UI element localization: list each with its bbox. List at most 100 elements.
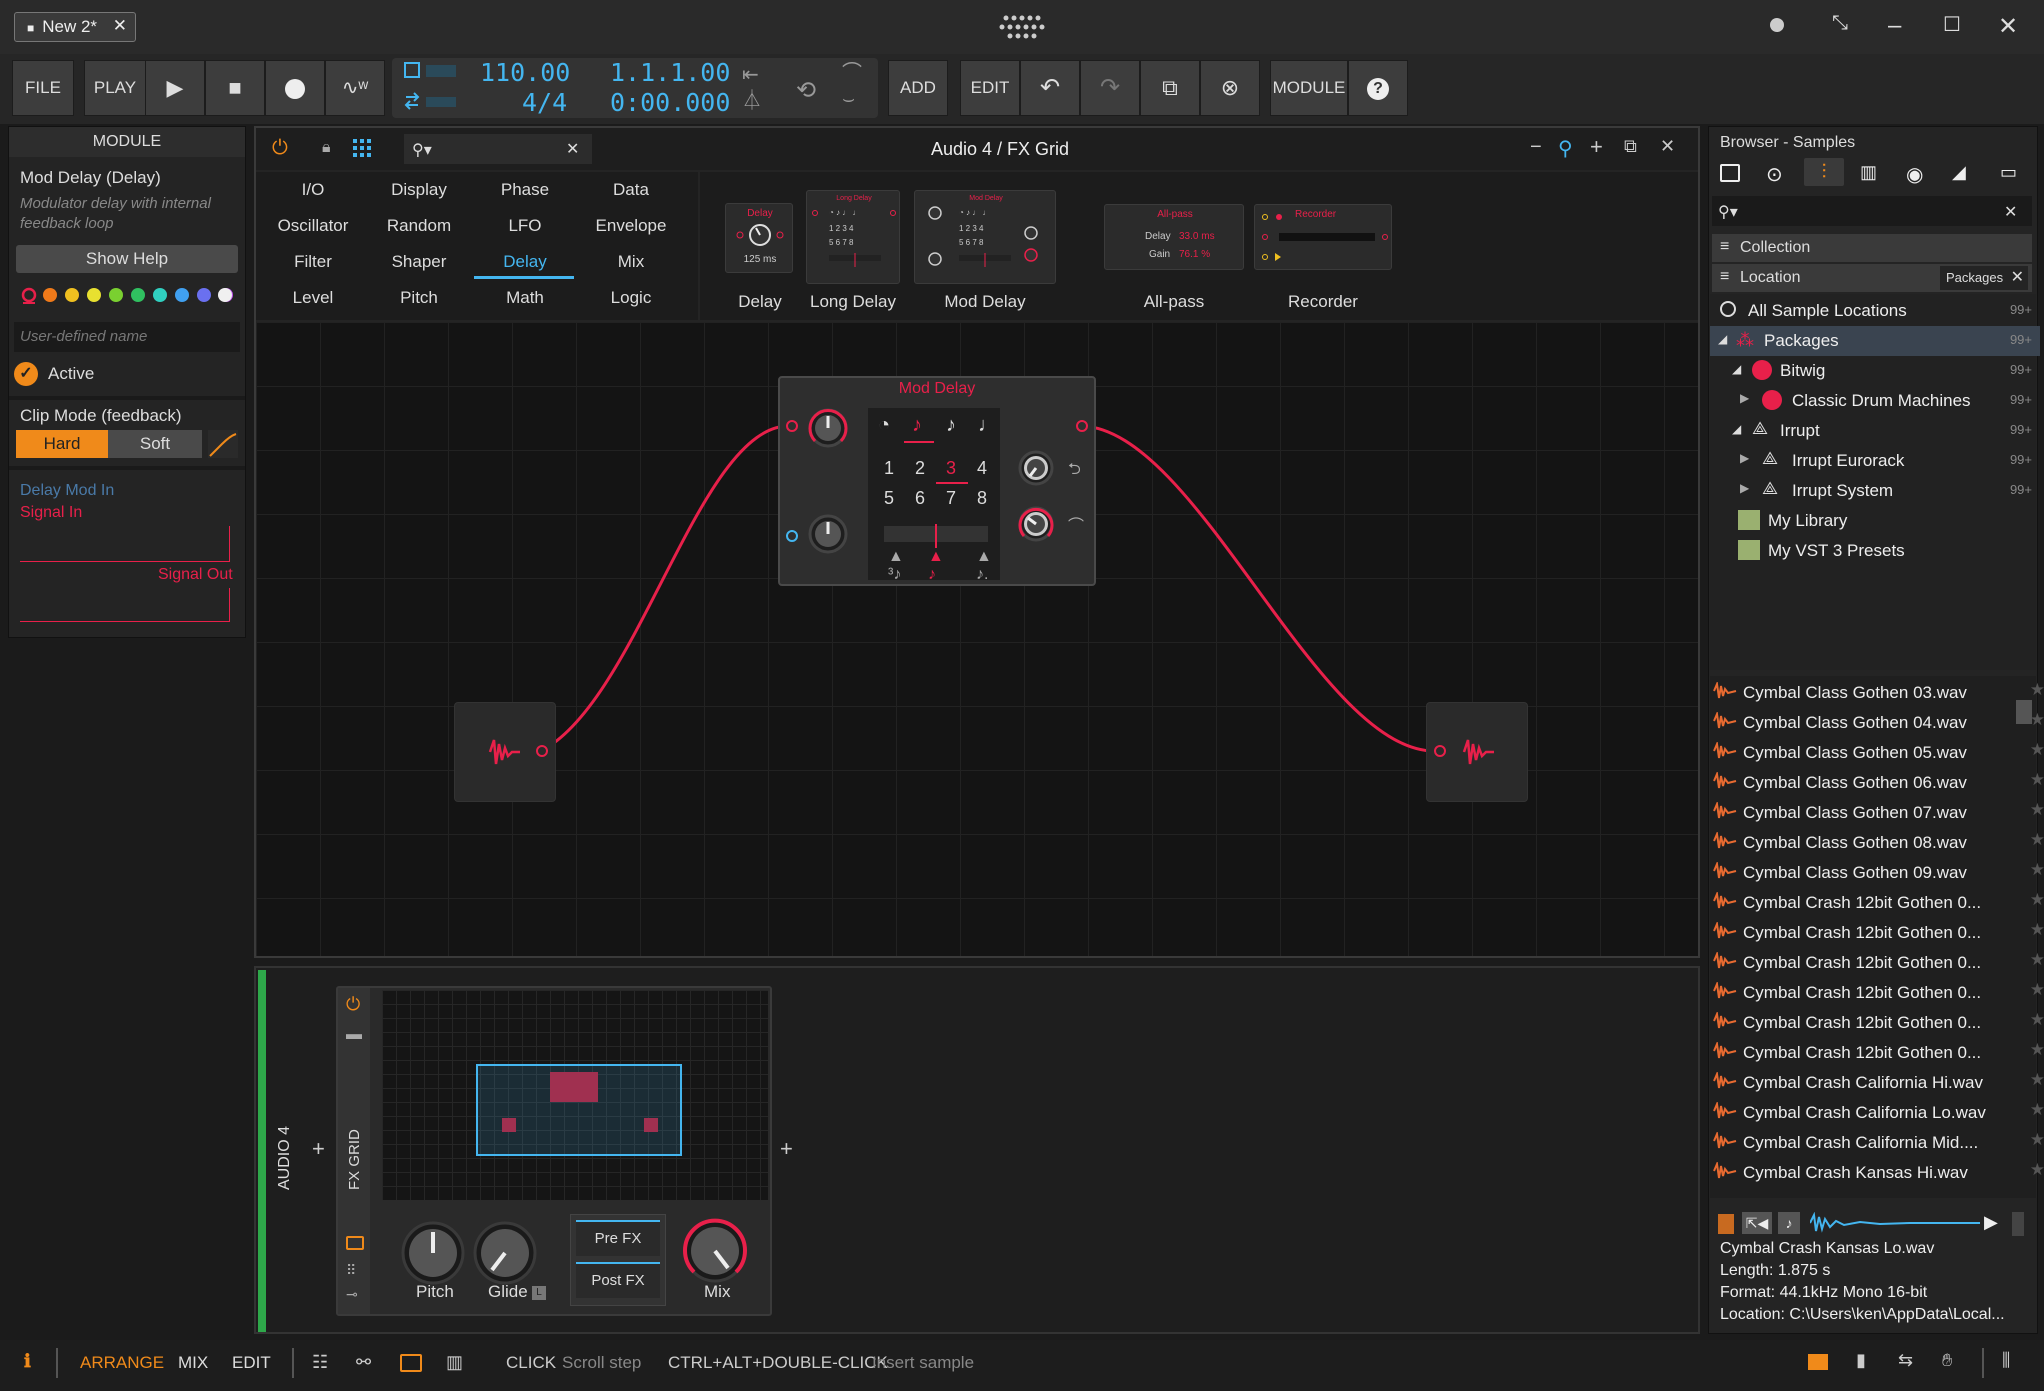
- file-list-item[interactable]: Cymbal Class Gothen 07.wav ★: [1713, 798, 2044, 828]
- file-list-item[interactable]: Cymbal Crash 12bit Gothen 0... ★: [1713, 918, 2044, 948]
- input-gain-knob[interactable]: [806, 406, 850, 450]
- preview-waveform[interactable]: [1810, 1212, 1980, 1234]
- favorite-star-icon[interactable]: ★: [2030, 1070, 2044, 1090]
- file-list-item[interactable]: Cymbal Class Gothen 08.wav ★: [1713, 828, 2044, 858]
- clock-mode-icon[interactable]: ◔: [878, 414, 890, 437]
- file-list-item[interactable]: Cymbal Crash 12bit Gothen 0... ★: [1713, 1038, 2044, 1068]
- file-list-item[interactable]: Cymbal Class Gothen 04.wav ★: [1713, 708, 2044, 738]
- file-list-item[interactable]: Cymbal Class Gothen 05.wav ★: [1713, 738, 2044, 768]
- pre-fx-button[interactable]: Pre FX: [576, 1220, 660, 1256]
- tracks-panel-icon[interactable]: ☷: [312, 1352, 328, 1373]
- device-power-icon[interactable]: ⏻: [346, 994, 360, 1015]
- mod-delay-output-port[interactable]: [1076, 420, 1088, 432]
- info-icon[interactable]: ℹ: [24, 1351, 31, 1372]
- tab-devices-icon[interactable]: [1720, 164, 1740, 182]
- tab-samples-icon[interactable]: ⫶: [1804, 158, 1844, 186]
- preview-volume-slider[interactable]: [2012, 1212, 2024, 1236]
- digit-3[interactable]: 3: [946, 458, 956, 479]
- collapse-arrow-icon[interactable]: ▶: [1740, 451, 1749, 465]
- file-list-item[interactable]: Cymbal Crash 12bit Gothen 0... ★: [1713, 1008, 2044, 1038]
- tree-item-all-locations[interactable]: All Sample Locations 99+: [1710, 296, 2040, 326]
- swap-icon[interactable]: ⇆: [1898, 1350, 1913, 1371]
- preview-mode-icon[interactable]: ⇱◀: [1742, 1212, 1772, 1234]
- favorite-star-icon[interactable]: ★: [2030, 1010, 2044, 1030]
- favorite-star-icon[interactable]: ★: [2030, 1040, 2044, 1060]
- digit-6[interactable]: 6: [915, 488, 925, 509]
- favorite-star-icon[interactable]: ★: [2030, 950, 2044, 970]
- file-list-item[interactable]: Cymbal Crash 12bit Gothen 0... ★: [1713, 888, 2044, 918]
- mix-view-button[interactable]: MIX: [178, 1353, 208, 1373]
- triplet-note-icon[interactable]: ▲ ³♪: [888, 548, 904, 584]
- file-list-item[interactable]: Cymbal Class Gothen 06.wav ★: [1713, 768, 2044, 798]
- add-device-before-button[interactable]: +: [312, 1136, 325, 1162]
- dotted-note-toggle-icon[interactable]: ▲ ♪.: [976, 548, 992, 584]
- tab-instruments-icon[interactable]: ▥: [1860, 162, 1877, 183]
- favorite-star-icon[interactable]: ★: [2030, 1100, 2044, 1120]
- packages-tag-close-icon[interactable]: ✕: [2011, 267, 2024, 287]
- hand-icon[interactable]: ✋︎: [1942, 1350, 1952, 1371]
- digit-2[interactable]: 2: [915, 458, 925, 479]
- file-list-item[interactable]: Cymbal Class Gothen 09.wav ★: [1713, 858, 2044, 888]
- device-panel-icon[interactable]: [400, 1354, 422, 1372]
- automation-panel-icon[interactable]: ⚯: [356, 1352, 371, 1373]
- loop-return-icon[interactable]: ⮌: [1068, 458, 1081, 485]
- eighth-note-icon[interactable]: ♪: [912, 414, 922, 437]
- mix-knob[interactable]: [1016, 504, 1056, 544]
- file-list-item[interactable]: Cymbal Crash California Mid.... ★: [1713, 1128, 2044, 1158]
- digit-1[interactable]: 1: [884, 458, 894, 479]
- digit-5[interactable]: 5: [884, 488, 894, 509]
- digit-4[interactable]: 4: [977, 458, 987, 479]
- tree-item-irrupt-eurorack[interactable]: ▶ ⟁ Irrupt Eurorack 99+: [1710, 446, 2040, 476]
- browser-toggle-icon[interactable]: ⫼: [2002, 1350, 2010, 1371]
- tab-presets-icon[interactable]: ⊙: [1766, 162, 1783, 187]
- digit-7[interactable]: 7: [946, 488, 956, 509]
- favorite-star-icon[interactable]: ★: [2030, 920, 2044, 940]
- expand-arrow-icon[interactable]: ◢: [1732, 422, 1741, 436]
- favorite-star-icon[interactable]: ★: [2030, 980, 2044, 1000]
- file-list-item[interactable]: Cymbal Crash 12bit Gothen 0... ★: [1713, 948, 2044, 978]
- tab-files-icon[interactable]: ◢: [1952, 162, 1966, 183]
- pitch-knob[interactable]: [400, 1220, 466, 1286]
- file-list-item[interactable]: Cymbal Class Gothen 03.wav ★: [1713, 678, 2044, 708]
- packages-tag[interactable]: Packages ✕: [1940, 266, 2028, 290]
- mix-knob-device[interactable]: [682, 1218, 748, 1284]
- preview-play-icon[interactable]: ▶: [1984, 1212, 1998, 1233]
- device-modulator-icon[interactable]: ⊸: [346, 1286, 358, 1303]
- favorite-star-icon[interactable]: ★: [2030, 740, 2044, 760]
- collapse-arrow-icon[interactable]: ▶: [1740, 481, 1749, 495]
- project-folder-icon[interactable]: [1808, 1354, 1828, 1370]
- file-list-scrollbar[interactable]: [2016, 700, 2032, 724]
- browser-search-input[interactable]: [1712, 196, 2032, 226]
- file-list-item[interactable]: Cymbal Crash Kansas Hi.wav ★: [1713, 1158, 2044, 1188]
- straight-note-icon[interactable]: ▲ ♪: [928, 548, 944, 584]
- tree-item-irrupt[interactable]: ◢ ⟁ Irrupt 99+: [1710, 416, 2040, 446]
- tab-plugins-icon[interactable]: ▭: [2000, 162, 2017, 183]
- tree-item-packages[interactable]: ◢ ⁂ Packages 99+: [1710, 326, 2040, 356]
- digit-8[interactable]: 8: [977, 488, 987, 509]
- mod-delay-input-port[interactable]: [786, 420, 798, 432]
- audio-in-output-port[interactable]: [536, 745, 548, 757]
- arrange-view-button[interactable]: ARRANGE: [80, 1353, 164, 1373]
- favorite-star-icon[interactable]: ★: [2030, 830, 2044, 850]
- tree-item-classic-drum-machines[interactable]: ▶ Classic Drum Machines 99+: [1710, 386, 2040, 416]
- browser-clear-icon[interactable]: ✕: [2004, 202, 2017, 222]
- favorite-star-icon[interactable]: ★: [2030, 680, 2044, 700]
- collapse-arrow-icon[interactable]: ▶: [1740, 391, 1749, 405]
- device-window-icon[interactable]: [346, 1236, 364, 1250]
- tab-clips-icon[interactable]: ◉: [1906, 162, 1923, 187]
- favorite-star-icon[interactable]: ★: [2030, 860, 2044, 880]
- preview-folder-icon[interactable]: [1718, 1214, 1734, 1234]
- edit-view-button[interactable]: EDIT: [232, 1353, 271, 1373]
- mixer-panel-icon[interactable]: ▥: [446, 1352, 463, 1373]
- glide-mode-icon[interactable]: L: [532, 1286, 546, 1300]
- quarter-note-icon[interactable]: ♩: [978, 414, 998, 437]
- feedback-knob[interactable]: [1016, 448, 1056, 488]
- tree-item-bitwig[interactable]: ◢ Bitwig 99+: [1710, 356, 2040, 386]
- file-list-item[interactable]: Cymbal Crash California Lo.wav ★: [1713, 1098, 2044, 1128]
- tree-item-my-library[interactable]: My Library: [1710, 506, 2040, 536]
- file-list-item[interactable]: Cymbal Crash 12bit Gothen 0... ★: [1713, 978, 2044, 1008]
- file-page-icon[interactable]: ▮: [1856, 1350, 1866, 1371]
- audio-out-input-port[interactable]: [1434, 745, 1446, 757]
- tree-item-my-vst3-presets[interactable]: My VST 3 Presets: [1710, 536, 2040, 566]
- favorite-star-icon[interactable]: ★: [2030, 770, 2044, 790]
